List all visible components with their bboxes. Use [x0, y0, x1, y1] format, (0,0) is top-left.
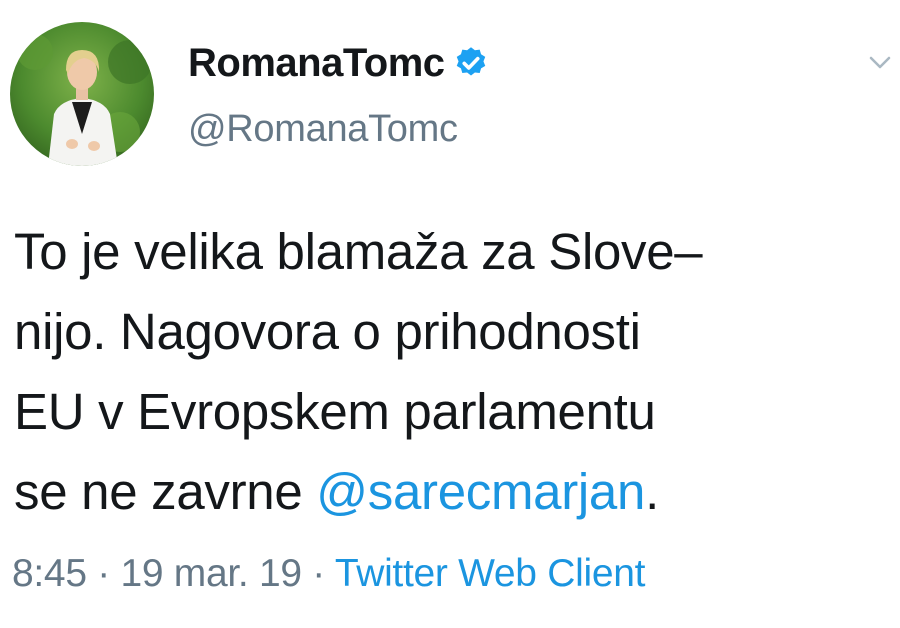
meta-separator: · [86, 552, 121, 595]
tweet-source-link[interactable]: Twitter Web Client [335, 552, 646, 595]
meta-separator: · [301, 552, 335, 595]
avatar-photo [10, 22, 154, 166]
tweet-text-segment: . [645, 463, 659, 520]
tweet-text-line: nijo. Nagovora o prihodnosti [14, 303, 641, 360]
avatar[interactable] [10, 22, 154, 166]
mention-link[interactable]: @sarecmarjan [316, 463, 645, 520]
chevron-down-icon[interactable] [866, 48, 894, 76]
user-handle[interactable]: @RomanaTomc [188, 108, 458, 151]
tweet-date[interactable]: 19 mar. 19 [120, 552, 302, 595]
tweet-text-line: EU v Evropskem parlamentu [14, 383, 656, 440]
author-row: RomanaTomc [188, 38, 489, 88]
tweet-meta: 8:45 · 19 mar. 19 · Twitter Web Client [12, 552, 645, 596]
tweet-text: To je velika blamaža za Slove– nijo. Nag… [14, 212, 894, 532]
display-name[interactable]: RomanaTomc [188, 41, 445, 86]
tweet-text-line: To je velika blamaža za Slove– [14, 223, 703, 280]
tweet-text-line: se ne zavrne @sarecmarjan. [14, 452, 894, 532]
tweet-card: RomanaTomc @RomanaTomc To je velika blam… [0, 0, 900, 628]
tweet-text-segment: se ne zavrne [14, 463, 317, 520]
tweet-time[interactable]: 8:45 [12, 552, 87, 595]
verified-badge-icon [453, 45, 489, 81]
